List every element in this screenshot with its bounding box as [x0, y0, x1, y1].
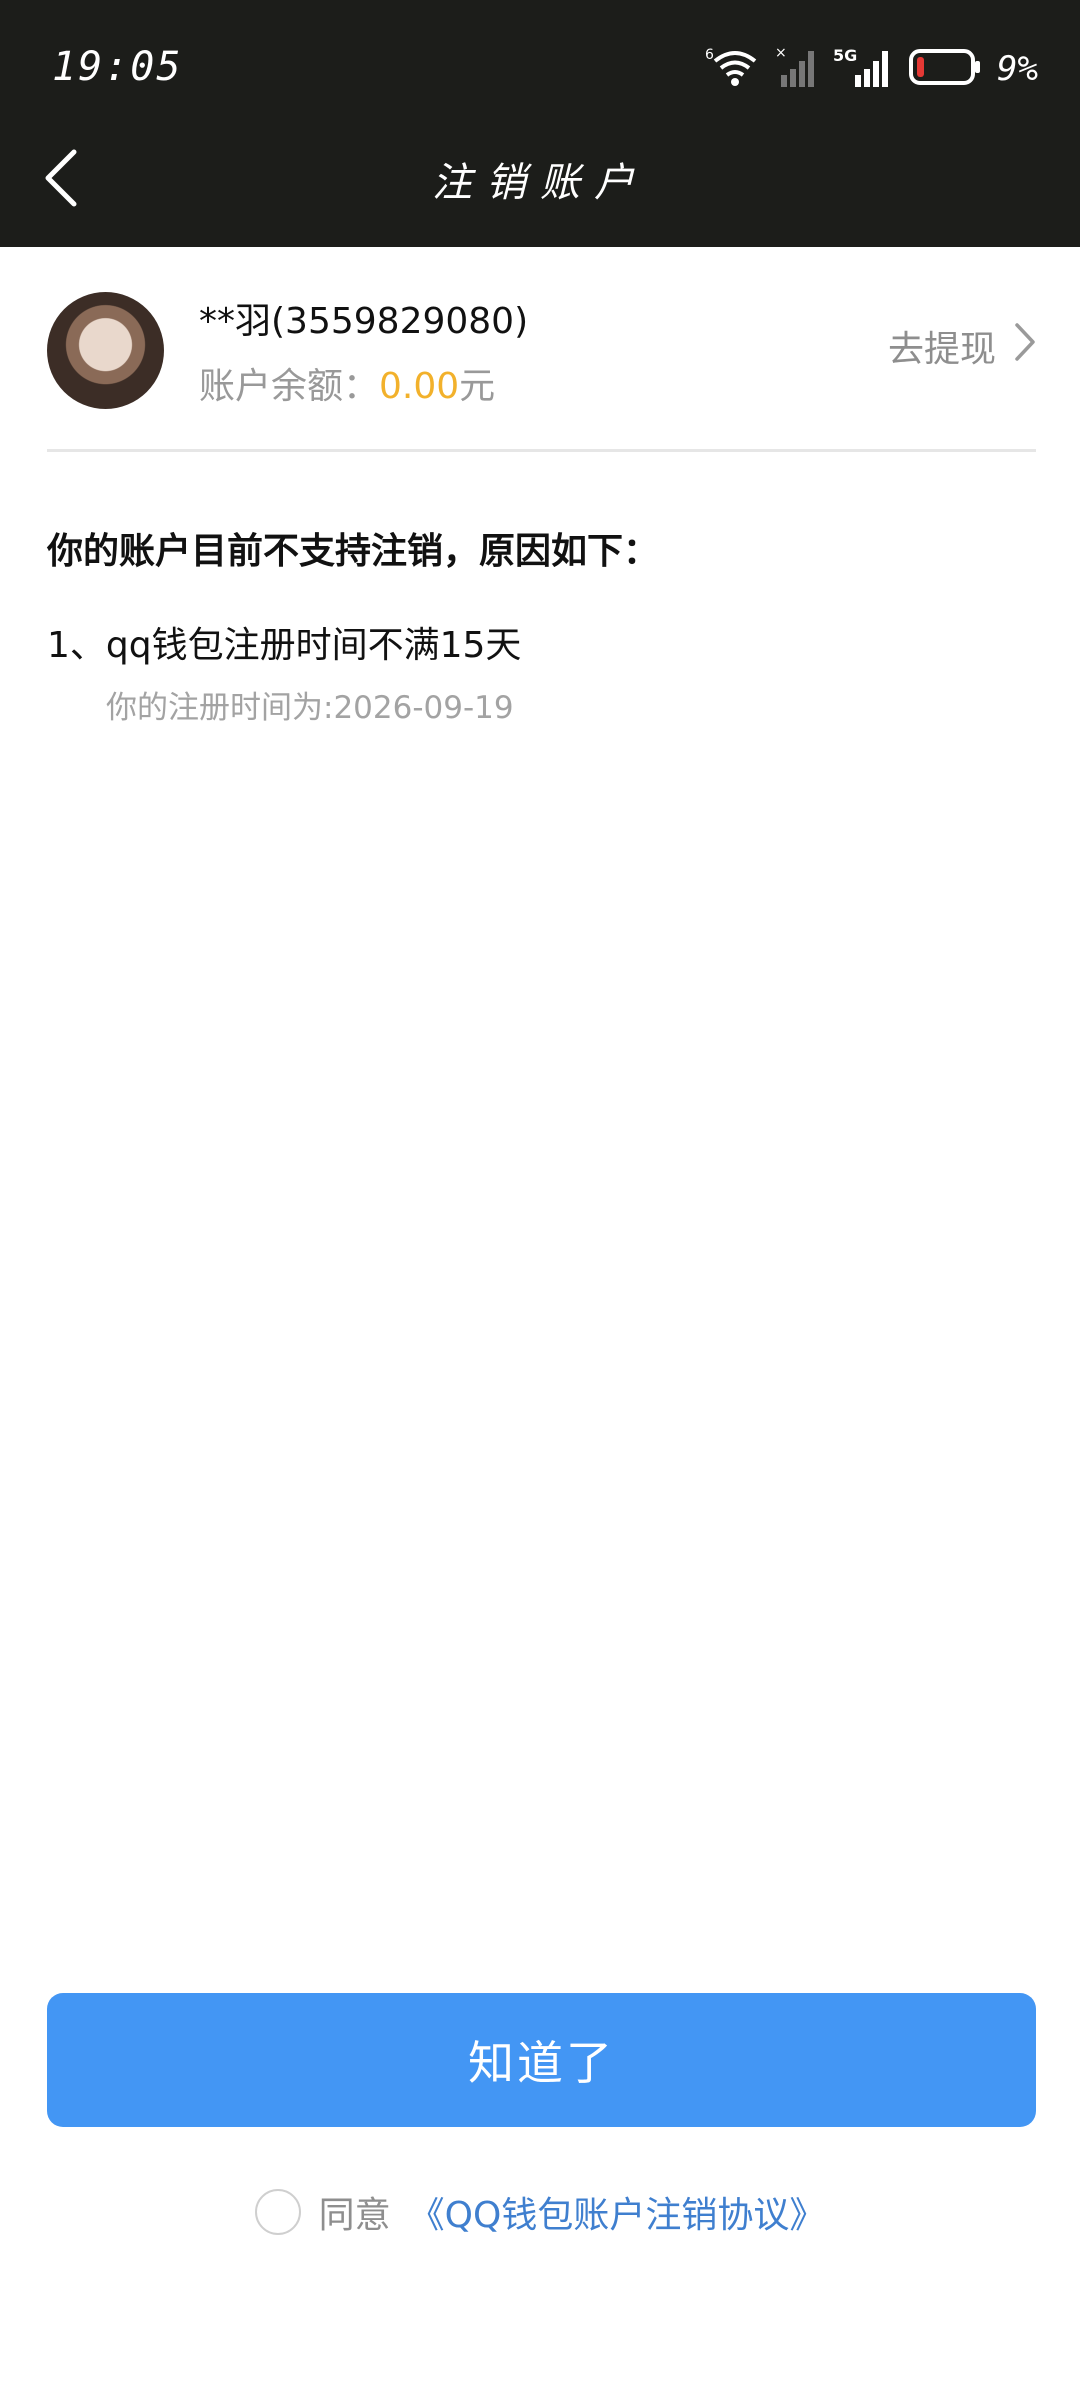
status-time: 19:05 — [52, 44, 183, 90]
withdraw-link[interactable]: 去提现 — [888, 320, 1036, 372]
agreement-link[interactable]: 《QQ钱包账户注销协议》 — [409, 2186, 826, 2238]
agree-label: 同意 — [318, 2195, 391, 2236]
withdraw-label: 去提现 — [887, 329, 996, 370]
reason-item: 1、qq钱包注册时间不满15天 — [47, 625, 522, 666]
battery-percent: 9% — [997, 49, 1038, 89]
balance-row: 账户余额：0.00元 — [199, 357, 495, 409]
status-icons: 6 × 5G 9% — [705, 44, 1038, 94]
signal-empty-icon: × — [775, 45, 819, 93]
agreement-row: 同意 《QQ钱包账户注销协议》 — [0, 2186, 1080, 2238]
svg-text:6: 6 — [705, 47, 714, 63]
svg-text:×: × — [775, 45, 787, 61]
balance-value: 0.00 — [379, 366, 460, 407]
balance-label: 账户余额： — [199, 366, 380, 407]
chevron-right-icon — [1014, 322, 1036, 371]
svg-text:5G: 5G — [833, 46, 857, 65]
confirm-button[interactable]: 知道了 — [47, 1993, 1036, 2127]
avatar — [47, 292, 164, 409]
top-bar: 19:05 6 × 5G 9% 注销账户 — [0, 0, 1080, 247]
page-title: 注销账户 — [432, 160, 648, 206]
account-name: **羽(3559829080) — [199, 301, 529, 342]
reason-detail: 你的注册时间为:2026-09-19 — [106, 690, 514, 726]
agree-checkbox[interactable] — [254, 2189, 301, 2235]
balance-unit: 元 — [459, 366, 496, 407]
divider — [47, 449, 1036, 452]
wifi-icon: 6 — [705, 45, 761, 93]
signal-5g-icon: 5G — [833, 45, 895, 93]
reason-heading: 你的账户目前不支持注销，原因如下： — [47, 531, 660, 572]
battery-low-icon — [909, 47, 983, 91]
